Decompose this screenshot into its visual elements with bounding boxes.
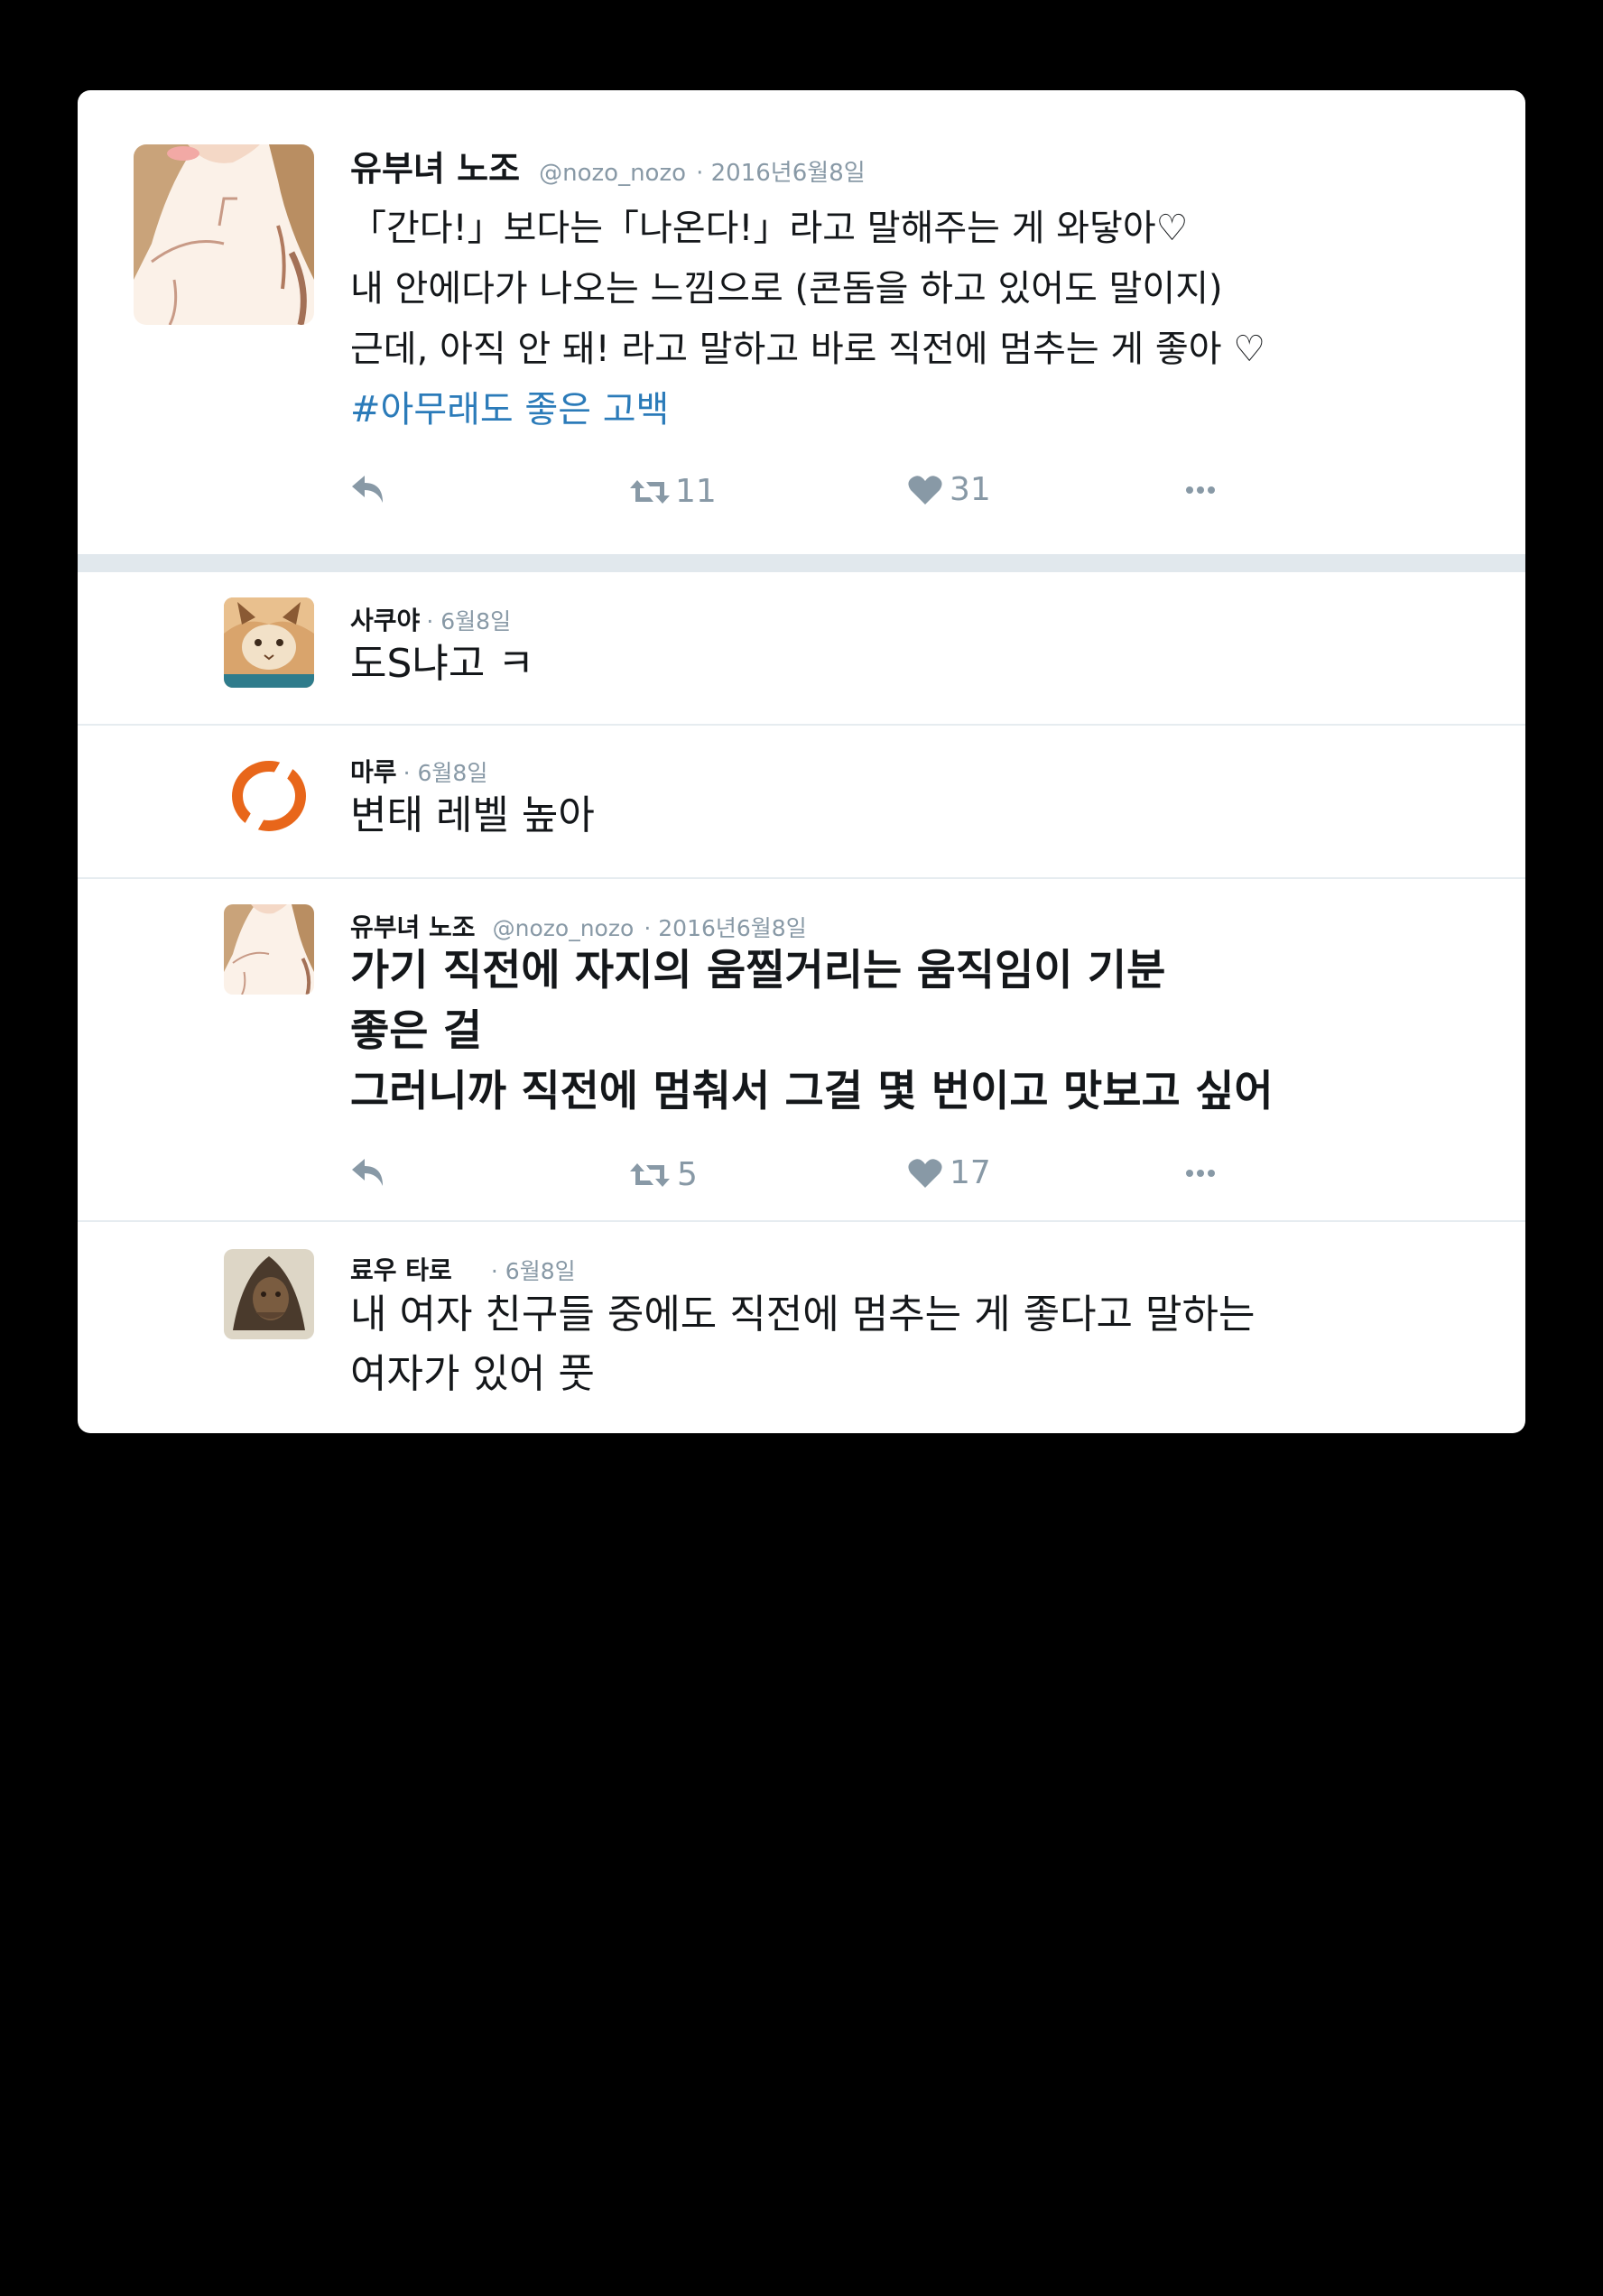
- self-reply-text: 가기 직전에 자지의 움찔거리는 움직임이 기분 좋은 걸 그러니까 직전에 멈…: [350, 940, 1515, 1122]
- like-count: 17: [950, 1154, 991, 1191]
- tweet-line: 좋은 걸: [350, 1006, 483, 1056]
- tweet-date[interactable]: · 2016년6월8일: [696, 160, 866, 187]
- reply-avatar-sakuya[interactable]: [224, 597, 314, 688]
- heart-icon: [908, 475, 942, 505]
- tweet-line: 그러니까 직전에 멈춰서 그걸 몇 번이고 맛보고 싶어: [350, 1067, 1274, 1116]
- reply-date[interactable]: · 6월8일: [491, 1258, 576, 1284]
- self-reply-avatar[interactable]: [224, 904, 314, 995]
- retweet-button[interactable]: 5: [630, 1156, 698, 1193]
- author-handle[interactable]: @nozo_nozo: [539, 160, 686, 187]
- reply-text: 도S냐고 ㅋ: [350, 641, 534, 687]
- author-name[interactable]: 유부녀 노조: [350, 912, 476, 942]
- divider: [78, 877, 1525, 879]
- reply-text: 변태 레벨 높아: [350, 792, 595, 838]
- reply-button[interactable]: [350, 1157, 386, 1188]
- like-count: 31: [950, 471, 991, 508]
- retweet-count: 11: [675, 473, 717, 510]
- tweet-date[interactable]: · 2016년6월8일: [644, 915, 806, 941]
- tweet-line: 가기 직전에 자지의 움찔거리는 움직임이 기분: [350, 946, 1166, 995]
- tweet-thread-card: 유부녀 노조 @nozo_nozo · 2016년6월8일 「간다!」보다는「나…: [78, 90, 1525, 1433]
- author-name[interactable]: 유부녀 노조: [350, 149, 520, 189]
- self-reply-header: 유부녀 노조 @nozo_nozo · 2016년6월8일: [350, 908, 807, 944]
- hashtag-link[interactable]: #아무래도 좋은 고백: [350, 380, 1496, 440]
- more-button[interactable]: [1186, 486, 1215, 495]
- divider: [78, 724, 1525, 726]
- heart-icon: [908, 1158, 942, 1188]
- reply-avatar-maru[interactable]: [224, 751, 314, 841]
- reply-author-name[interactable]: 사쿠야: [350, 606, 420, 635]
- reply-author-name[interactable]: 마루: [350, 757, 397, 787]
- conversation-separator: [78, 554, 1525, 572]
- like-button[interactable]: 17: [908, 1154, 991, 1191]
- retweet-icon: [630, 479, 670, 504]
- more-icon: [1186, 486, 1215, 494]
- divider: [78, 1220, 1525, 1222]
- reply-icon: [352, 476, 383, 503]
- reply-date[interactable]: · 6월8일: [426, 608, 511, 634]
- reply-date[interactable]: · 6월8일: [403, 760, 488, 786]
- more-icon: [1186, 1170, 1215, 1177]
- tweet-line: 근데, 아직 안 돼! 라고 말하고 바로 직전에 멈추는 게 좋아 ♡: [350, 329, 1266, 370]
- reply-author-name[interactable]: 료우 타로: [350, 1255, 452, 1285]
- reply-avatar-ryou-taro[interactable]: [224, 1249, 314, 1339]
- author-avatar[interactable]: [134, 144, 314, 325]
- retweet-button[interactable]: 11: [630, 473, 717, 510]
- retweet-icon: [630, 1162, 670, 1187]
- like-button[interactable]: 31: [908, 471, 991, 508]
- tweet-text: 「간다!」보다는「나온다!」라고 말해주는 게 와닿아♡ 내 안에다가 나오는 …: [350, 199, 1496, 440]
- reply-button[interactable]: [350, 474, 386, 505]
- reply-text: 내 여자 친구들 중에도 직전에 멈추는 게 좋다고 말하는 여자가 있어 풋: [350, 1285, 1515, 1404]
- reply-header: 마루 · 6월8일: [350, 753, 487, 789]
- tweet-header: 유부녀 노조 @nozo_nozo · 2016년6월8일: [350, 141, 866, 190]
- retweet-count: 5: [677, 1156, 698, 1193]
- tweet-line: 내 여자 친구들 중에도 직전에 멈추는 게 좋다고 말하는: [350, 1292, 1256, 1338]
- more-button[interactable]: [1186, 1169, 1215, 1178]
- tweet-line: 여자가 있어 풋: [350, 1351, 595, 1397]
- reply-icon: [352, 1159, 383, 1186]
- reply-header: 사쿠야 · 6월8일: [350, 601, 511, 637]
- tweet-line: 「간다!」보다는「나온다!」라고 말해주는 게 와닿아♡: [350, 208, 1189, 249]
- author-handle[interactable]: @nozo_nozo: [493, 915, 635, 941]
- reply-header: 료우 타로 · 6월8일: [350, 1251, 576, 1287]
- tweet-line: 내 안에다가 나오는 느낌으로 (콘돔을 하고 있어도 말이지): [350, 268, 1223, 310]
